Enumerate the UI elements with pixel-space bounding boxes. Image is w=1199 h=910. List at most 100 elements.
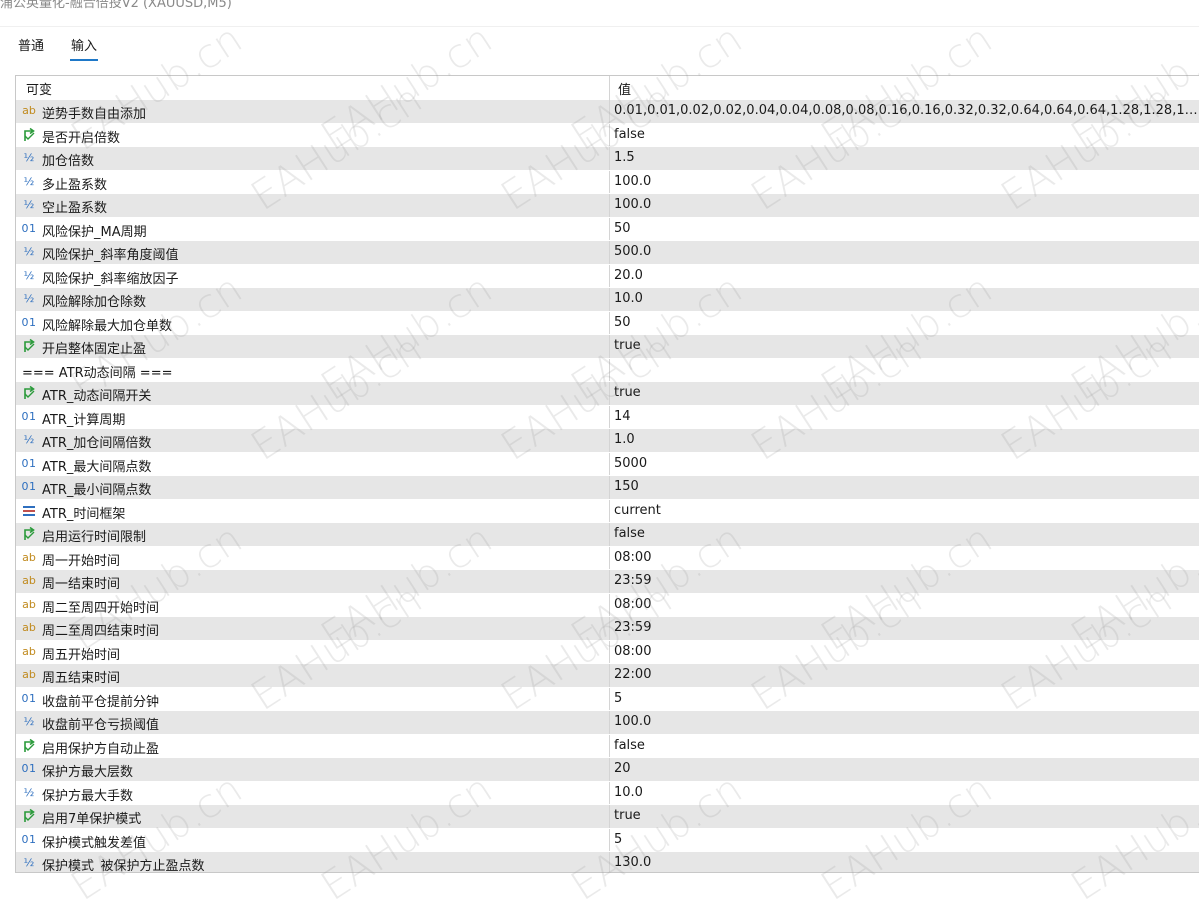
table-row[interactable]: ½ 保护模式_被保护方止盈点数 130.0: [16, 852, 1199, 872]
table-row[interactable]: 01 风险解除最大加仓单数 50: [16, 311, 1199, 335]
parameter-name: 风险保护_斜率缩放因子: [42, 271, 179, 287]
parameter-value[interactable]: 14: [614, 409, 1198, 424]
parameter-value[interactable]: 08:00: [614, 597, 1198, 612]
parameter-name: 收盘前平仓提前分钟: [42, 694, 160, 710]
parameter-value[interactable]: 50: [614, 315, 1198, 330]
parameter-name: 空止盈系数: [42, 201, 108, 216]
title-bar: 浦公英量化-融合倍投V2 (XAUUSD,M5): [0, 0, 1199, 26]
table-body: ab 逆势手数自由添加 0.01,0.01,0.02,0.02,0.04,0.04,…: [16, 100, 1199, 872]
column-divider: [609, 358, 610, 381]
table-row[interactable]: 01 ATR_计算周期 14: [16, 405, 1199, 429]
parameter-value[interactable]: true: [614, 385, 1198, 400]
integer-type-icon: 01: [21, 456, 37, 470]
column-divider: [609, 593, 610, 616]
parameter-name: 加仓倍数: [42, 154, 95, 169]
parameter-value[interactable]: false: [614, 127, 1198, 142]
table-row[interactable]: 01 风险保护_MA周期 50: [16, 217, 1199, 241]
table-row[interactable]: 启用保护方自动止盈 false: [16, 734, 1199, 758]
parameter-name: ATR_加仓间隔倍数: [42, 436, 152, 451]
parameter-value[interactable]: 150: [614, 479, 1198, 494]
parameter-value[interactable]: true: [614, 808, 1198, 823]
table-row[interactable]: 01 保护方最大层数 20: [16, 758, 1199, 782]
column-divider: [609, 170, 610, 193]
parameter-value[interactable]: 10.0: [614, 785, 1198, 800]
table-row[interactable]: ½ 保护方最大手数 10.0: [16, 781, 1199, 805]
table-row[interactable]: ATR_动态间隔开关 true: [16, 382, 1199, 406]
parameter-value[interactable]: 23:59: [614, 573, 1198, 588]
table-row[interactable]: === ATR动态间隔 ===: [16, 358, 1199, 382]
double-type-icon: ½: [23, 292, 35, 305]
table-row[interactable]: ½ 风险解除加仓除数 10.0: [16, 288, 1199, 312]
parameter-value[interactable]: 20.0: [614, 268, 1198, 283]
table-row[interactable]: ab 周五开始时间 08:00: [16, 640, 1199, 664]
parameter-value[interactable]: 5: [614, 832, 1198, 847]
bool-type-icon: [21, 738, 37, 754]
parameter-name: ATR_计算周期: [42, 412, 126, 428]
column-divider: [609, 217, 610, 240]
parameter-value[interactable]: 500.0: [614, 244, 1198, 259]
parameter-value[interactable]: 10.0: [614, 291, 1198, 306]
parameter-name: 开启整体固定止盈: [42, 342, 147, 357]
parameter-name: 收盘前平仓亏损阈值: [42, 718, 160, 733]
table-row[interactable]: ½ 收盘前平仓亏损阈值 100.0: [16, 711, 1199, 735]
table-row[interactable]: ab 周一结束时间 23:59: [16, 570, 1199, 594]
parameter-value[interactable]: 5: [614, 691, 1198, 706]
parameter-value[interactable]: 22:00: [614, 667, 1198, 682]
table-row[interactable]: 启用7单保护模式 true: [16, 805, 1199, 829]
table-row[interactable]: ½ 风险保护_斜率缩放因子 20.0: [16, 264, 1199, 288]
column-divider[interactable]: [609, 76, 610, 100]
parameter-value[interactable]: 100.0: [614, 174, 1198, 189]
parameter-value[interactable]: 100.0: [614, 197, 1198, 212]
parameter-value[interactable]: true: [614, 338, 1198, 353]
table-row[interactable]: ab 周二至周四开始时间 08:00: [16, 593, 1199, 617]
table-row[interactable]: ½ 风险保护_斜率角度阈值 500.0: [16, 241, 1199, 265]
table-row[interactable]: 01 保护模式触发差值 5: [16, 828, 1199, 852]
table-row[interactable]: 01 ATR_最小间隔点数 150: [16, 476, 1199, 500]
table-row[interactable]: 是否开启倍数 false: [16, 123, 1199, 147]
integer-type-icon: 01: [21, 480, 37, 493]
double-type-icon: ½: [23, 151, 35, 164]
table-row[interactable]: ½ 加仓倍数 1.5: [16, 147, 1199, 171]
column-divider: [609, 100, 610, 123]
table-row[interactable]: 01 收盘前平仓提前分钟 5: [16, 687, 1199, 711]
parameter-value[interactable]: false: [614, 738, 1198, 753]
table-row[interactable]: ab 逆势手数自由添加 0.01,0.01,0.02,0.02,0.04,0.04,…: [16, 100, 1199, 124]
parameter-name: 周一开始时间: [42, 553, 121, 569]
table-row[interactable]: ATR_时间框架 current: [16, 499, 1199, 523]
column-divider: [609, 852, 610, 872]
parameter-name: 风险保护_MA周期: [42, 224, 147, 240]
table-row[interactable]: ½ 多止盈系数 100.0: [16, 170, 1199, 194]
table-row[interactable]: ab 周二至周四结束时间 23:59: [16, 617, 1199, 641]
tab-common[interactable]: 普通: [18, 35, 44, 58]
integer-type-icon: 01: [21, 315, 37, 329]
parameter-value[interactable]: 08:00: [614, 644, 1198, 659]
parameter-value[interactable]: false: [614, 526, 1198, 541]
table-row[interactable]: ab 周五结束时间 22:00: [16, 664, 1199, 688]
table-row[interactable]: 启用运行时间限制 false: [16, 523, 1199, 547]
parameter-value[interactable]: 1.0: [614, 432, 1198, 447]
tab-inputs[interactable]: 输入: [69, 35, 99, 61]
integer-type-icon: 01: [21, 221, 37, 235]
column-divider: [609, 335, 610, 358]
parameter-value[interactable]: 08:00: [614, 550, 1198, 565]
table-row[interactable]: ½ 空止盈系数 100.0: [16, 194, 1199, 218]
table-row[interactable]: ab 周一开始时间 08:00: [16, 546, 1199, 570]
parameter-value[interactable]: 0.01,0.01,0.02,0.02,0.04,0.04,0.08,0.08,…: [614, 103, 1198, 118]
column-header-variable[interactable]: 可变: [26, 79, 52, 98]
parameter-value[interactable]: current: [614, 503, 1198, 518]
column-divider: [609, 758, 610, 781]
double-type-icon: ½: [23, 198, 35, 211]
parameter-value[interactable]: 50: [614, 221, 1198, 236]
parameter-value[interactable]: 23:59: [614, 620, 1198, 635]
table-row[interactable]: 01 ATR_最大间隔点数 5000: [16, 452, 1199, 476]
parameter-value[interactable]: 20: [614, 761, 1198, 776]
table-row[interactable]: 开启整体固定止盈 true: [16, 335, 1199, 359]
column-header-value[interactable]: 值: [618, 79, 631, 98]
parameter-value[interactable]: 130.0: [614, 855, 1198, 870]
bool-type-icon: [21, 526, 37, 542]
column-divider: [609, 687, 610, 710]
table-row[interactable]: ½ ATR_加仓间隔倍数 1.0: [16, 429, 1199, 453]
parameter-value[interactable]: 1.5: [614, 150, 1198, 165]
parameter-value[interactable]: 100.0: [614, 714, 1198, 729]
parameter-value[interactable]: 5000: [614, 456, 1198, 471]
